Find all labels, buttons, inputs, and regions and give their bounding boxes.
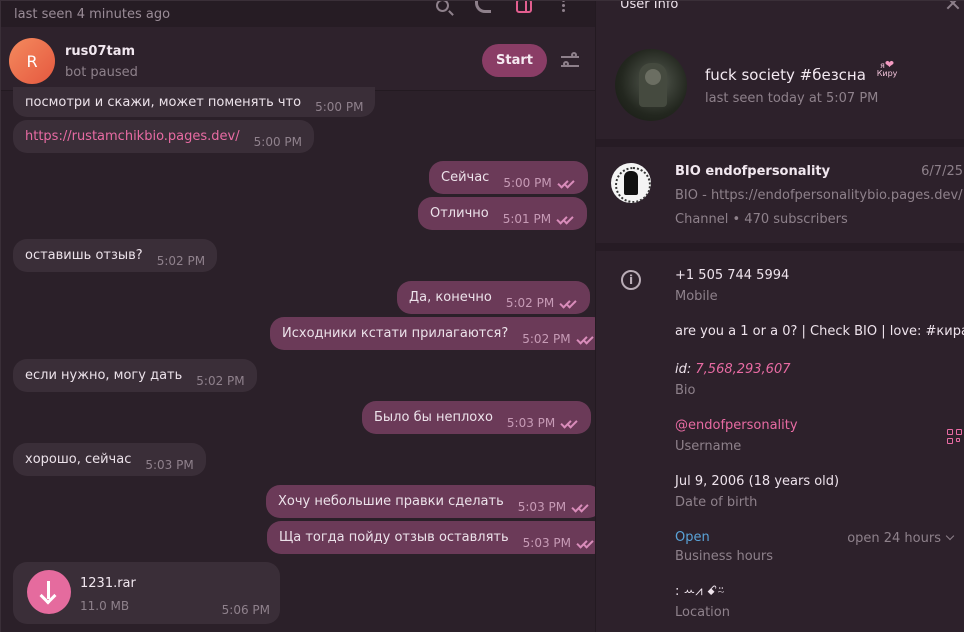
message-time: 5:02 PM (156, 253, 206, 268)
date-of-birth: Jul 9, 2006 (18 years old) (675, 474, 840, 489)
business-hours-label: Business hours (675, 549, 774, 564)
bio-label: Bio (675, 383, 696, 398)
message-time: 5:03 PM (517, 499, 567, 514)
sidebar-toggle-icon[interactable] (513, 1, 535, 21)
bio-text: are you a 1 or a 0? | Check BIO | love: … (675, 324, 964, 339)
channel-name[interactable]: BIO endofpersonality (675, 164, 830, 179)
chat-header-actions (433, 1, 575, 21)
message-incoming[interactable]: хорошо, сейчас 5:03 PM (13, 443, 206, 476)
read-checkmarks-icon (560, 298, 578, 308)
message-text: если нужно, могу дать (25, 368, 183, 383)
bot-name[interactable]: rus07tam (65, 44, 135, 59)
more-menu-icon[interactable] (553, 1, 575, 21)
message-incoming[interactable]: посмотри и скажи, может поменять что 5:0… (13, 87, 376, 117)
profile-avatar[interactable] (615, 49, 687, 121)
message-text: оставишь отзыв? (25, 248, 143, 263)
message-time: 5:00 PM (253, 134, 302, 149)
bio-id-line: id: 7,568,293,607 (675, 362, 791, 377)
divider (596, 243, 964, 251)
business-hours-dropdown[interactable]: open 24 hours (847, 531, 955, 546)
info-icon: i (621, 270, 641, 290)
qr-code-icon[interactable] (947, 429, 963, 445)
message-incoming[interactable]: если нужно, могу дать 5:02 PM (13, 359, 257, 392)
message-outgoing[interactable]: Ща тогда пойду отзыв оставлять 5:03 PM (267, 521, 595, 554)
message-text: Сейчас (441, 170, 490, 185)
file-name: 1231.rar (80, 576, 136, 591)
phone-number[interactable]: +1 505 744 5994 (675, 268, 789, 283)
message-time: 5:03 PM (506, 415, 556, 430)
avatar[interactable]: R (9, 38, 55, 84)
message-time: 5:00 PM (315, 100, 364, 114)
location-value[interactable]: : ꕀ⩘ ꗃ⍨ (675, 584, 725, 599)
message-outgoing[interactable]: Отлично 5:01 PM (418, 197, 588, 230)
message-outgoing[interactable]: Было бы неплохо 5:03 PM (362, 401, 592, 434)
file-message[interactable]: 1231.rar 11.0 MB 5:06 PM (13, 562, 280, 624)
username-label: Username (675, 439, 742, 454)
channel-subscribers: Channel • 470 subscribers (675, 212, 848, 227)
read-checkmarks-icon (577, 334, 595, 344)
read-checkmarks-icon (572, 502, 590, 512)
chat-last-seen: last seen 4 minutes ago (14, 7, 171, 22)
message-time: 5:06 PM (221, 603, 270, 617)
read-checkmarks-icon (561, 418, 579, 428)
message-time: 5:03 PM (522, 535, 571, 550)
business-hours-status[interactable]: Open (675, 530, 710, 545)
message-outgoing[interactable]: Исходники кстати прилагаются? 5:02 PM (270, 317, 595, 350)
message-text: Отлично (430, 206, 489, 221)
message-incoming[interactable]: оставишь отзыв? 5:02 PM (13, 239, 218, 272)
phone-label: Mobile (675, 289, 718, 304)
message-outgoing[interactable]: Хочу небольшие правки сделать 5:03 PM (266, 485, 595, 518)
profile-last-seen: last seen today at 5:07 PM (705, 91, 879, 106)
message-text: хорошо, сейчас (25, 452, 132, 467)
search-icon[interactable] (433, 1, 455, 21)
bot-bar: R rus07tam bot paused Start (1, 27, 595, 91)
message-outgoing[interactable]: Сейчас 5:00 PM (429, 161, 588, 194)
channel-date: 6/7/25 (921, 164, 963, 179)
chat-pane: last seen 4 minutes ago R rus07tam bot p… (1, 1, 595, 632)
username-link[interactable]: @endofpersonality (675, 418, 798, 433)
divider (596, 139, 964, 147)
date-of-birth-label: Date of birth (675, 495, 758, 510)
message-text: Было бы неплохо (374, 410, 493, 425)
read-checkmarks-icon (558, 178, 576, 188)
start-button[interactable]: Start (482, 44, 547, 77)
badge-bottom-text: Киру (876, 69, 898, 78)
message-time: 5:02 PM (522, 331, 571, 346)
message-time: 5:03 PM (145, 457, 194, 472)
file-size: 11.0 MB (80, 599, 130, 613)
message-time: 5:02 PM (196, 373, 245, 388)
user-info-panel: User Info fuck society #безсна я❤ Киру l… (595, 1, 964, 632)
bot-status: bot paused (65, 65, 138, 80)
message-incoming[interactable]: https://rustamchikbio.pages.dev/ 5:00 PM (13, 120, 314, 153)
chevron-down-icon (945, 531, 955, 541)
bio-id-label: id: (675, 362, 692, 377)
message-outgoing[interactable]: Да, конечно 5:02 PM (397, 281, 591, 314)
message-time: 5:00 PM (503, 175, 552, 190)
location-label: Location (675, 605, 730, 620)
heart-emoji-badge: я❤ Киру (876, 58, 898, 78)
settings-sliders-icon[interactable] (561, 52, 581, 70)
bio-id-value[interactable]: 7,568,293,607 (695, 362, 790, 377)
profile-name: fuck society #безсна я❤ Киру (705, 59, 897, 84)
message-link[interactable]: https://rustamchikbio.pages.dev/ (25, 129, 240, 144)
message-time: 5:01 PM (502, 211, 552, 226)
message-text: Исходники кстати прилагаются? (282, 326, 509, 341)
profile-name-text: fuck society #безсна (705, 66, 866, 84)
business-hours-detail: open 24 hours (847, 531, 941, 546)
close-icon[interactable] (945, 1, 961, 11)
telegram-window: last seen 4 minutes ago R rus07tam bot p… (0, 0, 964, 632)
panel-title: User Info (620, 1, 679, 12)
download-icon[interactable] (27, 570, 71, 614)
message-text: Хочу небольшие правки сделать (278, 494, 504, 509)
message-text: Ща тогда пойду отзыв оставлять (279, 530, 509, 545)
channel-avatar[interactable] (611, 163, 651, 203)
channel-description: BIO - https://endofpersonalitybio.pages.… (675, 188, 963, 203)
phone-icon[interactable] (473, 1, 495, 21)
chat-header: last seen 4 minutes ago (1, 1, 595, 27)
message-text: посмотри и скажи, может поменять что (25, 94, 302, 110)
message-text: Да, конечно (409, 290, 492, 305)
read-checkmarks-icon (577, 538, 595, 548)
read-checkmarks-icon (557, 214, 575, 224)
message-time: 5:02 PM (505, 295, 555, 310)
